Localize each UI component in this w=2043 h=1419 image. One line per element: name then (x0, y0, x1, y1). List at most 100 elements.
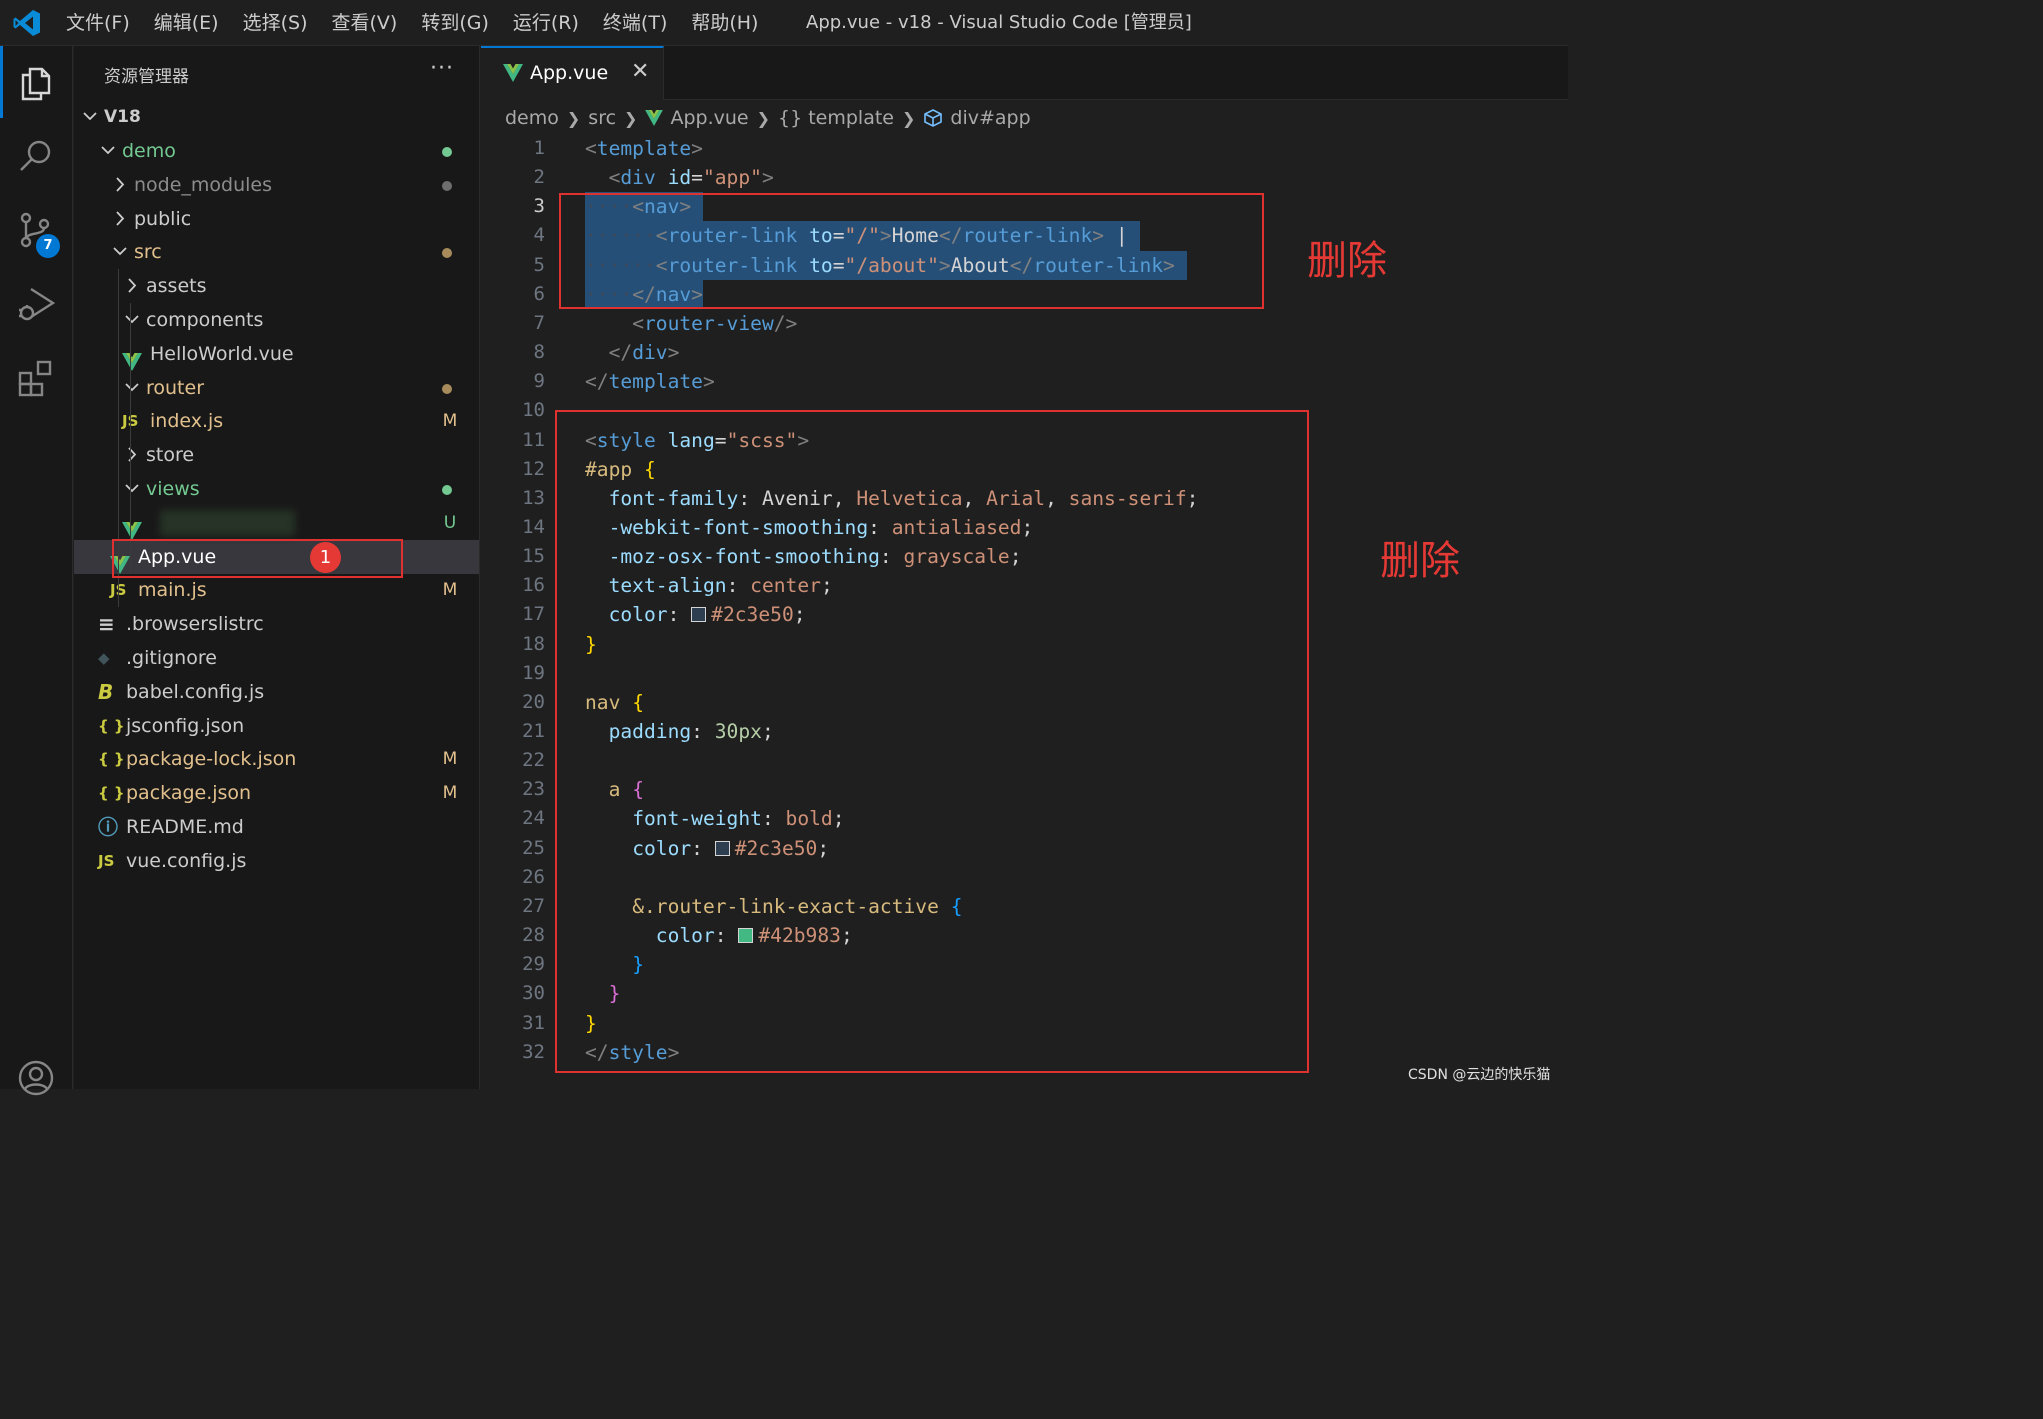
menu-item[interactable]: 选择(S) (231, 0, 320, 46)
code-token: < (608, 166, 621, 190)
tree-item[interactable]: ⓘ README.md (74, 810, 479, 844)
close-icon[interactable]: ✕ (631, 59, 649, 84)
tree-item[interactable]: ≡ .browserslistrc (74, 607, 479, 641)
tree-item-label: node_modules (134, 173, 273, 196)
menu-item[interactable]: 运行(R) (501, 0, 591, 46)
breadcrumb-item[interactable]: App.vue (670, 107, 748, 129)
tree-item-label: components (146, 309, 264, 331)
tree-item[interactable]: JS vue.config.js (74, 844, 479, 878)
tree-item-label: store (146, 444, 195, 467)
code-token: > (702, 370, 715, 394)
line-number: 24 (522, 807, 545, 830)
accounts-activity[interactable] (0, 1042, 73, 1114)
breadcrumb-item[interactable]: div#app (950, 107, 1030, 129)
tree-item[interactable]: public (74, 202, 479, 236)
search-activity[interactable] (0, 120, 73, 192)
account-icon (18, 1060, 54, 1096)
breadcrumb-item[interactable]: {} template (778, 107, 894, 129)
code-token: div (632, 341, 668, 365)
code-token: /> (773, 311, 798, 335)
tree-item[interactable]: components (74, 303, 479, 337)
vue-icon (645, 110, 664, 126)
git-status-badge: M (442, 411, 458, 432)
tree-item[interactable]: HelloWorld.vue (74, 337, 479, 371)
line-number: 4 (533, 224, 545, 247)
breadcrumb-item[interactable]: demo (505, 107, 559, 129)
watermark: CSDN @云边的快乐猫 (1408, 1067, 1551, 1083)
indent-guide (130, 303, 131, 574)
tree-item[interactable]: views (74, 472, 479, 506)
menu-item[interactable]: 帮助(H) (679, 0, 770, 46)
element-cube-icon (924, 109, 943, 127)
workspace-root[interactable]: V18 (74, 100, 479, 134)
text-lines-icon: ≡ (98, 612, 115, 637)
tree-item-label: .browserslistrc (126, 613, 264, 636)
tree-item[interactable]: { } package.json M (74, 776, 479, 810)
sidebar-title: 资源管理器 (104, 67, 189, 87)
git-status-dot (442, 485, 452, 495)
tree-item[interactable]: assets (74, 269, 479, 303)
run-debug-activity[interactable] (0, 268, 73, 340)
search-icon (20, 140, 51, 171)
menu-item[interactable]: 文件(F) (54, 0, 142, 46)
explorer-activity[interactable] (0, 46, 73, 118)
chevron-right-icon: ❯ (624, 108, 638, 128)
tree-item[interactable]: ◆ .gitignore (74, 641, 479, 675)
tab-label: App.vue (530, 62, 609, 84)
chevron-right-icon (128, 278, 137, 293)
menu-item[interactable]: 转到(G) (409, 0, 501, 46)
info-icon: ⓘ (98, 815, 118, 839)
delete-annotation-1: 删除 (1307, 238, 1387, 284)
js-icon: JS (98, 851, 115, 870)
line-number: 13 (522, 486, 545, 509)
tree-item[interactable]: router (74, 371, 479, 405)
more-actions-icon[interactable]: ··· (430, 56, 454, 81)
code-token: </ (608, 341, 633, 365)
tree-item[interactable]: demo (74, 134, 479, 168)
chevron-down-icon (101, 146, 115, 155)
git-status-badge: M (442, 580, 458, 601)
code-line: <div id="app"> (585, 163, 774, 192)
menu-item[interactable]: 终端(T) (591, 0, 679, 46)
extensions-activity[interactable] (0, 342, 73, 414)
chevron-right-icon (116, 177, 125, 192)
tree-item[interactable]: JSindex.jsM (74, 404, 479, 438)
line-number: 23 (522, 778, 545, 801)
tree-item[interactable]: { } jsconfig.json (74, 709, 479, 743)
delete-annotation-2: 删除 (1380, 538, 1460, 584)
code-line: <router-view/> (585, 309, 797, 338)
tab-bar: App.vue ✕ (481, 46, 1568, 100)
git-status-dot (442, 248, 452, 259)
tree-item[interactable]: JSmain.jsM (74, 573, 479, 607)
code-line: </template> (585, 367, 715, 396)
line-number: 16 (522, 574, 545, 597)
code-token: </ (585, 370, 609, 394)
tab-app-vue[interactable]: App.vue ✕ (481, 46, 664, 100)
line-number: 26 (522, 865, 545, 888)
line-number: 11 (522, 428, 545, 451)
tree-item[interactable]: store (74, 438, 479, 472)
tree-item-label: package-lock.json (126, 748, 297, 771)
chevron-down-icon (125, 382, 139, 391)
line-number: 18 (522, 632, 545, 655)
vue-icon (503, 64, 523, 82)
line-number: 31 (522, 1011, 545, 1034)
breadcrumb-item[interactable]: src (588, 107, 616, 129)
chevron-down-icon (125, 315, 139, 324)
tree-item-label: README.md (126, 816, 244, 838)
line-number: 15 (522, 545, 545, 568)
tree-item[interactable]: { } package-lock.json M (74, 742, 479, 776)
step-marker: 1 (310, 542, 341, 573)
git-status-badge: M (442, 749, 458, 770)
line-number: 29 (522, 953, 545, 976)
menu-item[interactable]: 编辑(E) (142, 0, 231, 46)
tree-item[interactable]: Bbabel.config.js (74, 675, 479, 709)
source-control-activity[interactable]: 7 (0, 194, 73, 266)
tree-item[interactable]: node_modules (74, 168, 479, 202)
menu-item[interactable]: 查看(V) (320, 0, 410, 46)
git-status-dot (442, 147, 452, 157)
vscode-logo-icon (13, 10, 40, 36)
tree-item[interactable]: src (74, 235, 479, 269)
tree-item-label: router (146, 376, 205, 399)
